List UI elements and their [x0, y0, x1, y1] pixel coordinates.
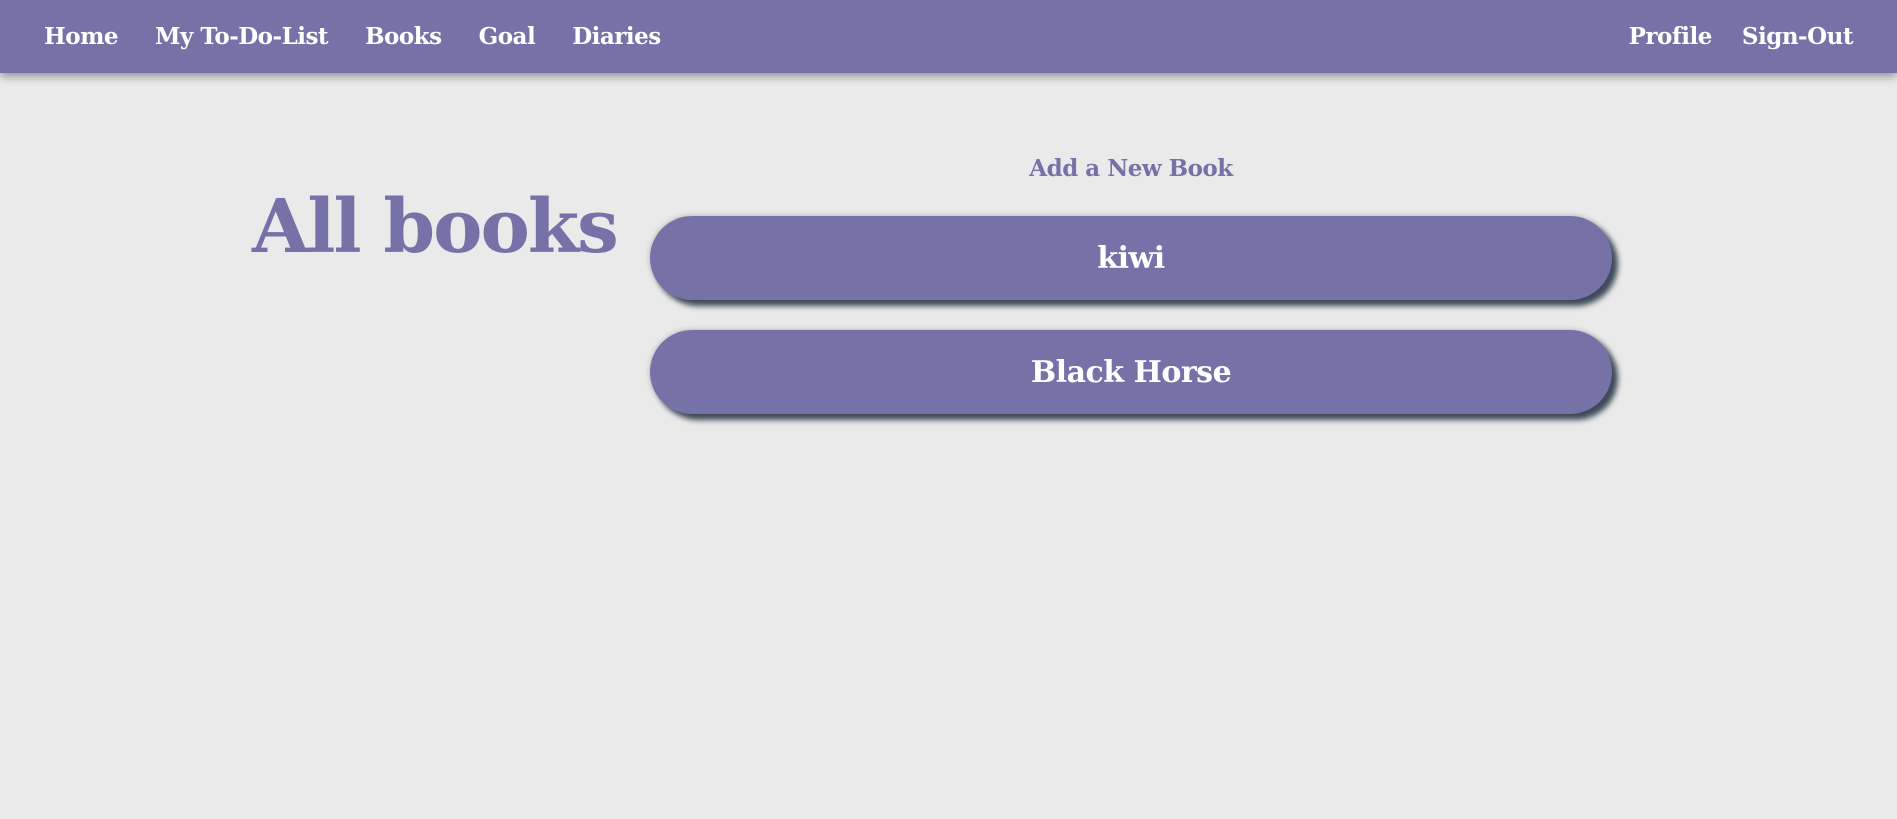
nav-goal[interactable]: Goal: [479, 23, 536, 50]
top-navbar: Home My To-Do-List Books Goal Diaries Pr…: [0, 0, 1897, 73]
nav-todo-list[interactable]: My To-Do-List: [155, 23, 329, 50]
book-card[interactable]: kiwi: [650, 216, 1612, 300]
nav-right-group: Profile Sign-Out: [1629, 0, 1854, 73]
nav-diaries[interactable]: Diaries: [572, 23, 661, 50]
book-card[interactable]: Black Horse: [650, 330, 1612, 414]
add-new-book-link[interactable]: Add a New Book: [650, 155, 1612, 182]
nav-books[interactable]: Books: [365, 23, 442, 50]
book-title: kiwi: [1097, 240, 1165, 276]
book-list: kiwi Black Horse: [650, 216, 1612, 444]
nav-profile[interactable]: Profile: [1629, 23, 1713, 50]
book-title: Black Horse: [1030, 354, 1232, 390]
nav-home[interactable]: Home: [44, 23, 119, 50]
nav-left-group: Home My To-Do-List Books Goal Diaries: [44, 0, 661, 73]
page-title: All books: [252, 184, 619, 270]
nav-sign-out[interactable]: Sign-Out: [1742, 23, 1854, 50]
